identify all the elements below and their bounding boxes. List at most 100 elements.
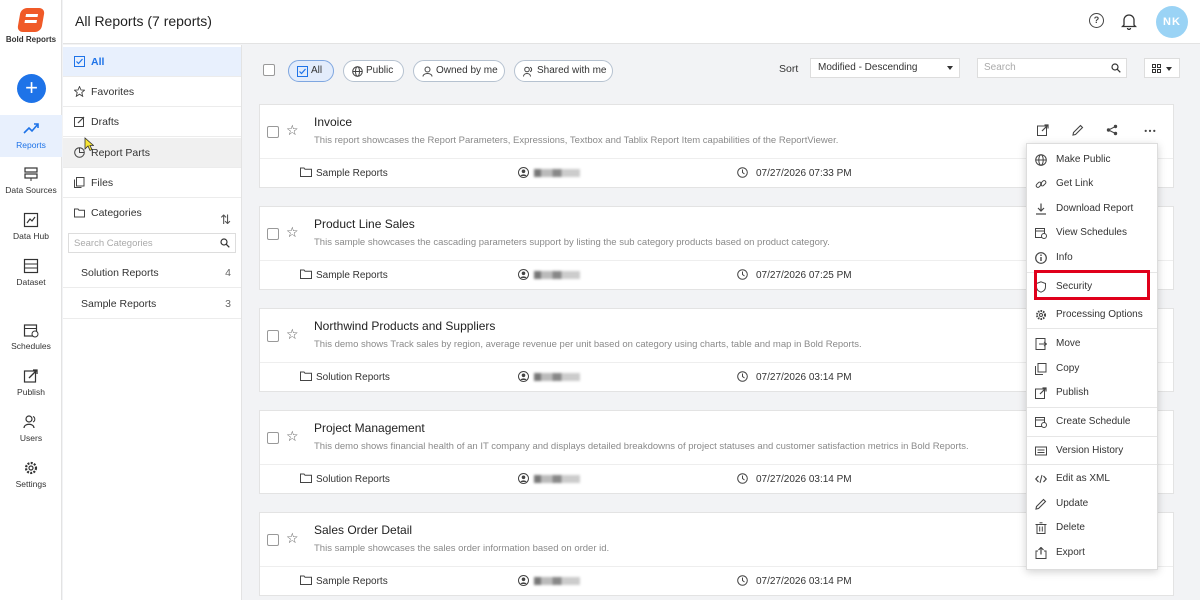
menu-separator [1027, 328, 1157, 329]
menu-item-download-report[interactable]: Download Report [1027, 198, 1157, 220]
cursor-icon [84, 137, 94, 151]
report-checkbox[interactable] [267, 330, 279, 342]
report-name[interactable]: Sales Order Detail [314, 523, 412, 537]
header: All Reports (7 reports) ? NK [63, 0, 1200, 44]
menu-item-move[interactable]: Move [1027, 333, 1157, 355]
menu-label: Edit as XML [1056, 473, 1110, 484]
report-name[interactable]: Product Line Sales [314, 217, 415, 231]
report-name[interactable]: Invoice [314, 115, 352, 129]
clock-icon [737, 371, 748, 382]
avatar[interactable]: NK [1156, 6, 1188, 38]
trend-icon [23, 123, 39, 134]
rail-item-data-hub[interactable]: Data Hub [0, 212, 62, 241]
users-icon [23, 415, 36, 429]
menu-separator [1027, 407, 1157, 408]
checkbox-icon [297, 66, 308, 77]
user-icon [518, 473, 529, 484]
menu-item-info[interactable]: Info [1027, 247, 1157, 269]
open-external-icon[interactable] [1037, 124, 1049, 136]
sidebar-item-drafts[interactable]: Drafts [63, 107, 241, 137]
search-input[interactable]: Search [977, 58, 1127, 78]
calendar-icon [23, 324, 39, 338]
menu-item-edit-as-xml[interactable]: Edit as XML [1027, 468, 1157, 490]
filter-label: All [311, 65, 323, 76]
rail-item-users[interactable]: Users [0, 414, 62, 443]
menu-item-export[interactable]: Export [1027, 542, 1157, 564]
rail-item-publish[interactable]: Publish [0, 368, 62, 397]
sidebar-item-favorites[interactable]: Favorites [63, 77, 241, 107]
report-checkbox[interactable] [267, 126, 279, 138]
report-owner-redacted [534, 373, 580, 381]
gear-icon [1036, 310, 1046, 320]
filter-all[interactable]: All [288, 60, 334, 82]
report-checkbox[interactable] [267, 432, 279, 444]
download-icon [1036, 203, 1046, 215]
category-item[interactable]: Solution Reports 4 [63, 258, 241, 288]
report-checkbox[interactable] [267, 228, 279, 240]
folder-icon [300, 371, 312, 381]
pencil-icon[interactable] [1072, 124, 1084, 136]
menu-item-update[interactable]: Update [1027, 493, 1157, 515]
sidebar-item-categories[interactable]: Categories ⇅ [63, 198, 241, 228]
menu-item-delete[interactable]: Delete [1027, 517, 1157, 539]
star-icon[interactable]: ☆ [286, 326, 299, 343]
help-icon[interactable]: ? [1089, 13, 1104, 28]
publish-icon [1035, 387, 1047, 399]
search-icon [1111, 63, 1121, 73]
menu-item-create-schedule[interactable]: Create Schedule [1027, 411, 1157, 433]
rail-item-reports[interactable]: Reports [0, 115, 62, 157]
star-icon[interactable]: ☆ [286, 224, 299, 241]
filter-shared-with-me[interactable]: Shared with me [514, 60, 613, 82]
sidebar-item-files[interactable]: Files [63, 168, 241, 198]
report-actions [1037, 124, 1162, 138]
star-icon[interactable]: ☆ [286, 428, 299, 445]
menu-item-view-schedules[interactable]: View Schedules [1027, 222, 1157, 244]
star-icon[interactable]: ☆ [286, 530, 299, 547]
create-button[interactable]: + [17, 74, 46, 103]
menu-item-get-link[interactable]: Get Link [1027, 173, 1157, 195]
gear-icon [24, 461, 38, 475]
filter-public[interactable]: Public [343, 60, 404, 82]
report-checkbox[interactable] [267, 534, 279, 546]
rail-item-data-sources[interactable]: Data Sources [0, 166, 62, 195]
share-icon[interactable] [1106, 124, 1118, 136]
logo[interactable]: Bold Reports [0, 8, 62, 44]
menu-item-copy[interactable]: Copy [1027, 358, 1157, 380]
report-category: Solution Reports [316, 474, 390, 485]
report-name[interactable]: Northwind Products and Suppliers [314, 319, 495, 333]
menu-item-make-public[interactable]: Make Public [1027, 149, 1157, 171]
menu-item-version-history[interactable]: Version History [1027, 440, 1157, 462]
bell-icon[interactable] [1121, 13, 1137, 30]
rail-item-schedules[interactable]: Schedules [0, 322, 62, 351]
report-description: This demo shows Track sales by region, a… [314, 339, 862, 350]
menu-item-publish[interactable]: Publish [1027, 382, 1157, 404]
pencil-icon [1035, 498, 1047, 510]
view-toggle-button[interactable] [1144, 58, 1180, 78]
menu-item-processing-options[interactable]: Processing Options [1027, 304, 1157, 326]
star-icon[interactable]: ☆ [286, 122, 299, 139]
select-all-checkbox[interactable] [263, 64, 275, 76]
search-placeholder: Search [984, 62, 1016, 73]
copy-icon [1035, 363, 1047, 375]
category-name: Sample Reports [81, 298, 157, 310]
menu-label: Processing Options [1056, 309, 1143, 320]
folder-icon [300, 473, 312, 483]
menu-label: Info [1056, 252, 1073, 263]
link-icon [1035, 180, 1047, 188]
rail-item-settings[interactable]: Settings [0, 460, 62, 489]
report-modified: 07/27/2026 07:25 PM [756, 270, 852, 281]
category-search-input[interactable]: Search Categories [68, 233, 236, 253]
sort-dropdown[interactable]: Modified - Descending [810, 58, 960, 78]
filter-owned-by-me[interactable]: Owned by me [413, 60, 505, 82]
menu-label: Export [1056, 547, 1085, 558]
report-name[interactable]: Project Management [314, 421, 425, 435]
more-icon[interactable] [1144, 124, 1156, 136]
logo-text: Bold Reports [5, 35, 57, 44]
menu-label: Publish [1056, 387, 1089, 398]
category-item[interactable]: Sample Reports 3 [63, 289, 241, 319]
file-icon [74, 177, 85, 188]
rail-item-dataset[interactable]: Dataset [0, 258, 62, 287]
sidebar-item-all[interactable]: All [63, 47, 241, 77]
chevron-down-icon [947, 66, 953, 70]
sort-icon[interactable]: ⇅ [220, 205, 231, 235]
